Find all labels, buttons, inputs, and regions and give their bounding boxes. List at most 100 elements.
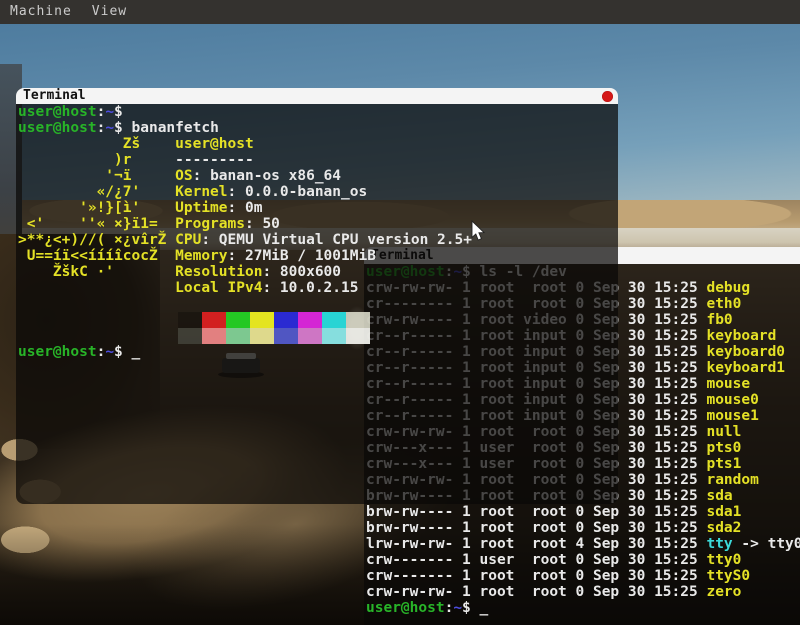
terminal-line: user@host:~$ _	[364, 600, 800, 616]
terminal-text-segment: ~	[105, 120, 114, 136]
menu-item-view[interactable]: View	[92, 0, 127, 24]
palette-swatch	[274, 312, 298, 328]
terminal-text-segment: $	[114, 120, 131, 136]
terminal-window-1: Terminal user@host:~$ user@host:~$ banan…	[16, 88, 618, 504]
terminal-line: crw------- 1 user root 0 Sep 30 15:25 tt…	[364, 552, 800, 568]
terminal-text-segment: :	[97, 104, 106, 120]
terminal-text-segment: sda1	[706, 504, 741, 520]
terminal-text-segment: crw-rw-rw- 1 root root 0 Sep 30 15:25	[366, 584, 706, 600]
palette-swatch	[250, 312, 274, 328]
terminal-text-segment: _	[132, 344, 141, 360]
palette-swatch	[322, 312, 346, 328]
terminal-text-segment: zero	[706, 584, 741, 600]
terminal-text-segment: ŽškC ·'	[18, 264, 175, 280]
palette-swatch	[202, 328, 226, 344]
terminal-text-segment: $	[462, 600, 479, 616]
terminal-line	[16, 296, 618, 312]
terminal-line: '¬ï OS: banan-os x86_64	[16, 168, 618, 184]
terminal-text-segment: pts0	[706, 440, 741, 456]
terminal-text-segment: «/¿7'	[18, 184, 175, 200]
terminal-text-segment: Programs	[175, 216, 245, 232]
terminal-text-segment: ~	[105, 104, 114, 120]
terminal-text-segment: )r	[18, 152, 175, 168]
terminal-text-segment: -> tty0	[733, 536, 800, 552]
palette-swatch	[178, 328, 202, 344]
terminal-line: crw------- 1 root root 0 Sep 30 15:25 tt…	[364, 568, 800, 584]
palette-swatch	[178, 312, 202, 328]
terminal-text-segment: keyboard1	[706, 360, 785, 376]
terminal-line: )r ---------	[16, 152, 618, 168]
terminal-line: Zš user@host	[16, 136, 618, 152]
palette-swatch	[226, 312, 250, 328]
palette-swatch	[274, 328, 298, 344]
terminal-text-segment: : 800x600	[262, 264, 341, 280]
terminal-text-segment: '¬ï	[18, 168, 175, 184]
terminal-text-segment: Memory	[175, 248, 227, 264]
terminal-text-segment: brw-rw---- 1 root root 0 Sep 30 15:25	[366, 504, 706, 520]
palette-swatch	[250, 328, 274, 344]
terminal-text-segment: :	[97, 344, 106, 360]
terminal-text-segment: random	[706, 472, 758, 488]
terminal-text-segment: crw------- 1 user root 0 Sep 30 15:25	[366, 552, 706, 568]
terminal-text-segment: user@host	[18, 120, 97, 136]
palette-swatch	[322, 328, 346, 344]
terminal-1-titlebar[interactable]: Terminal	[16, 88, 618, 104]
terminal-1-content[interactable]: user@host:~$ user@host:~$ bananfetch Zš …	[16, 104, 618, 504]
terminal-text-segment: user@host	[18, 104, 97, 120]
terminal-line: user@host:~$ _	[16, 344, 618, 360]
terminal-text-segment: user@host	[18, 344, 97, 360]
terminal-text-segment	[18, 280, 175, 296]
palette-swatch	[346, 312, 370, 328]
terminal-line: brw-rw---- 1 root root 0 Sep 30 15:25 sd…	[364, 504, 800, 520]
terminal-line: U==íï<<íííîcocŽ Memory: 27MiB / 1001MiB	[16, 248, 618, 264]
terminal-text-segment: :	[445, 600, 454, 616]
terminal-line: «/¿7' Kernel: 0.0.0-banan_os	[16, 184, 618, 200]
screen: Machine View Terminal user@host:~$ ls -l…	[0, 0, 800, 625]
terminal-text-segment: mouse0	[706, 392, 758, 408]
terminal-text-segment: _	[480, 600, 489, 616]
terminal-text-segment: user@host	[366, 600, 445, 616]
terminal-line: Local IPv4: 10.0.2.15	[16, 280, 618, 296]
terminal-text-segment: null	[706, 424, 741, 440]
terminal-text-segment: : banan-os x86_64	[193, 168, 341, 184]
terminal-text-segment: pts1	[706, 456, 741, 472]
terminal-text-segment: fb0	[706, 312, 732, 328]
mouse-cursor-icon	[471, 220, 487, 242]
terminal-text-segment: keyboard0	[706, 344, 785, 360]
terminal-text-segment: debug	[706, 280, 750, 296]
terminal-text-segment: $	[114, 344, 131, 360]
terminal-1-title: Terminal	[16, 88, 86, 104]
terminal-line: brw-rw---- 1 root root 0 Sep 30 15:25 sd…	[364, 520, 800, 536]
terminal-text-segment: ~	[453, 600, 462, 616]
terminal-text-segment: : 0.0.0-banan_os	[228, 184, 368, 200]
terminal-line: <' ''« ×}ï1= Programs: 50	[16, 216, 618, 232]
palette-swatch	[298, 328, 322, 344]
terminal-line: ŽškC ·' Resolution: 800x600	[16, 264, 618, 280]
close-button-icon[interactable]	[602, 91, 613, 102]
terminal-text-segment: $	[114, 104, 131, 120]
terminal-text-segment: sda2	[706, 520, 741, 536]
terminal-text-segment: sda	[706, 488, 732, 504]
terminal-text-segment: : 27MiB / 1001MiB	[228, 248, 376, 264]
terminal-text-segment: : 50	[245, 216, 280, 232]
terminal-line: crw-rw-rw- 1 root root 0 Sep 30 15:25 ze…	[364, 584, 800, 600]
terminal-text-segment: '»!}[ì'	[18, 200, 175, 216]
terminal-text-segment: ttyS0	[706, 568, 750, 584]
palette-swatch	[298, 312, 322, 328]
palette-swatch	[346, 328, 370, 344]
terminal-text-segment: : 10.0.2.15	[262, 280, 358, 296]
palette-swatch	[202, 312, 226, 328]
terminal-text-segment: Resolution	[175, 264, 262, 280]
terminal-text-segment: U==íï<<íííîcocŽ	[18, 248, 175, 264]
terminal-text-segment: mouse1	[706, 408, 758, 424]
menu-item-machine[interactable]: Machine	[10, 0, 72, 24]
terminal-text-segment: :	[97, 120, 106, 136]
terminal-text-segment: eth0	[706, 296, 741, 312]
terminal-text-segment: : 0m	[228, 200, 263, 216]
menu-bar: Machine View	[0, 0, 800, 24]
terminal-text-segment: Kernel	[175, 184, 227, 200]
terminal-text-segment: Zš	[18, 136, 175, 152]
palette-swatch	[226, 328, 250, 344]
terminal-text-segment: mouse	[706, 376, 750, 392]
terminal-text-segment: bananfetch	[132, 120, 219, 136]
